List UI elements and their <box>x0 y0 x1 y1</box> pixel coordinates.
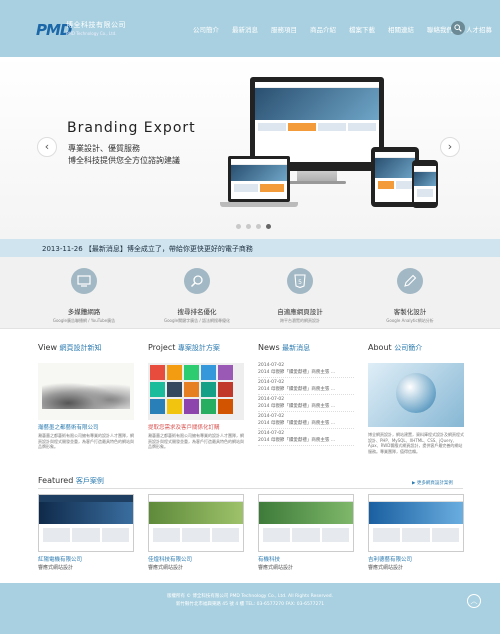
project-text: 瀚藝墨之都藝術有限公司擁有專業的設計人才團隊，網頁設計與程式開發並重，為客戶打造… <box>148 433 244 449</box>
view-heading: View 網頁設計新知 <box>38 343 102 352</box>
laptop-base <box>220 202 298 207</box>
project-caption[interactable]: 提取您需求及客戶關係化訂購 <box>148 423 244 431</box>
project-image[interactable] <box>148 363 244 420</box>
project-column: Project 專案設計方案 提取您需求及客戶關係化訂購 瀚藝墨之都藝術有限公司… <box>148 343 244 450</box>
news-ticker: 2013-11-26 【最新消息】博全成立了，帶給你更快更好的電子商務 <box>0 239 500 257</box>
news-column: News 最新消息 2014-07-02 2014 母親節「饋愛獻禮」商務主張 .… <box>258 343 354 448</box>
slider-dots <box>236 224 276 229</box>
nav-products[interactable]: 商品介紹 <box>310 26 336 34</box>
footer-contact: 新竹縣竹北市福興東路 45 號 4 樓 TEL: 03-6577270 FAX:… <box>175 602 325 607</box>
view-caption[interactable]: 瀚藝墨之都藝術有限公司 <box>38 423 134 431</box>
logo-text: 博全科技有限公司 PMD Technology Co., Ltd. <box>66 20 126 38</box>
view-text: 瀚藝墨之都藝術有限公司擁有專業的設計人才團隊，網頁設計與程式開發並重，為客戶打造… <box>38 433 134 449</box>
slider-dot-active[interactable] <box>266 224 271 229</box>
featured-heading: Featured 客戶案例 <box>38 476 104 485</box>
service-multimedia[interactable]: 多媒體網路 Google廣告聯播網 / YouTube廣告 <box>29 268 139 324</box>
search-button[interactable] <box>451 21 465 35</box>
phone-image <box>412 160 438 208</box>
case-name[interactable]: 佳煌科技有限公司 <box>148 555 244 563</box>
pencil-icon <box>397 268 423 294</box>
case-thumbnail[interactable] <box>368 494 464 552</box>
footer: 版權所有 © 博全科技有限公司 PMD Technology Co., Ltd.… <box>0 583 500 634</box>
service-desc: Google廣告聯播網 / YouTube廣告 <box>52 318 116 323</box>
view-column: View 網頁設計新知 瀚藝墨之都藝術有限公司 瀚藝墨之都藝術有限公司擁有專業的… <box>38 343 134 450</box>
case-type: 響應式網站設計 <box>368 565 404 571</box>
featured-divider <box>38 488 463 489</box>
hero-title: Branding Export <box>67 120 196 136</box>
about-column: About 公司簡介 博全網頁設計，網站建置，資料庫程式設計及網頁程式設計、PH… <box>368 343 464 454</box>
company-name-en: PMD Technology Co., Ltd. <box>66 31 117 36</box>
news-heading: News 最新消息 <box>258 343 311 352</box>
view-image[interactable] <box>38 363 134 420</box>
service-custom[interactable]: 客製化設計 Google Analytic網站分析 <box>355 268 465 324</box>
news-item[interactable]: 2014-07-02 2014 母親節「饋愛獻禮」商務主張 ... <box>258 380 354 395</box>
case-card[interactable]: 吉利德藝有限公司 響應式網站設計 <box>368 494 464 571</box>
nav-contact[interactable]: 聯絡我們 <box>427 26 453 34</box>
service-desc: 跨平台瀏覽的網頁設計 <box>280 318 320 323</box>
case-card[interactable]: 紅陽電機有限公司 響應式網站設計 <box>38 494 134 571</box>
about-text: 博全網頁設計，網站建置，資料庫程式設計及網頁程式設計、PHP、MySQL、XHT… <box>368 432 464 454</box>
imac-base <box>288 181 346 184</box>
nav-downloads[interactable]: 檔案下載 <box>349 26 375 34</box>
case-type: 響應式網站設計 <box>148 565 184 571</box>
slider-prev-button[interactable]: ‹ <box>37 137 57 157</box>
hero-slider: ‹ › Branding Export 專業設計、優質服務 博全科技提供您全方位… <box>0 57 500 239</box>
svg-text:5: 5 <box>298 279 302 286</box>
news-list: 2014-07-02 2014 母親節「饋愛獻禮」商務主張 ... 2014-07… <box>258 363 354 446</box>
company-name-cn: 博全科技有限公司 <box>66 21 126 29</box>
slider-dot[interactable] <box>256 224 261 229</box>
service-title: 多媒體網路 <box>67 308 101 316</box>
laptop-image <box>228 156 290 202</box>
footer-copyright: 版權所有 © 博全科技有限公司 PMD Technology Co., Ltd.… <box>166 594 334 599</box>
news-item[interactable]: 2014-07-02 2014 母親節「饋愛獻禮」商務主張 ... <box>258 397 354 412</box>
case-thumbnail[interactable] <box>38 494 134 552</box>
news-ticker-text[interactable]: 2013-11-26 【最新消息】博全成立了，帶給你更快更好的電子商務 <box>42 244 253 254</box>
header: PMD 博全科技有限公司 PMD Technology Co., Ltd. 公司… <box>0 0 500 57</box>
project-heading: Project 專案設計方案 <box>148 343 220 352</box>
service-seo[interactable]: 搜尋排名優化 Google關鍵字廣告 / 語法網搜尋優化 <box>142 268 252 324</box>
case-card[interactable]: 有機科技 響應式網站設計 <box>258 494 354 571</box>
nav-about[interactable]: 公司簡介 <box>193 26 219 34</box>
case-thumbnail[interactable] <box>258 494 354 552</box>
monitor-icon <box>71 268 97 294</box>
nav-jobs[interactable]: 人才招募 <box>466 26 492 34</box>
case-name[interactable]: 紅陽電機有限公司 <box>38 555 134 563</box>
hero-subtitle-1: 專業設計、優質服務 <box>68 144 140 153</box>
nav-links[interactable]: 相關連結 <box>388 26 414 34</box>
about-image[interactable] <box>368 363 464 427</box>
service-desc: Google關鍵字廣告 / 語法網搜尋優化 <box>164 318 230 323</box>
service-title: 自適應網頁設計 <box>277 308 323 316</box>
case-type: 響應式網站設計 <box>38 565 74 571</box>
service-rwd[interactable]: 5 自適應網頁設計 跨平台瀏覽的網頁設計 <box>245 268 355 324</box>
service-title: 客製化設計 <box>393 308 427 316</box>
case-type: 響應式網站設計 <box>258 565 294 571</box>
case-name[interactable]: 吉利德藝有限公司 <box>368 555 464 563</box>
nav-services[interactable]: 服務項目 <box>271 26 297 34</box>
hero-subtitle-2: 博全科技提供您全方位諮詢建議 <box>68 156 180 165</box>
nav-news[interactable]: 最新消息 <box>232 26 258 34</box>
service-title: 搜尋排名優化 <box>177 308 217 316</box>
case-thumbnail[interactable] <box>148 494 244 552</box>
slider-dot[interactable] <box>246 224 251 229</box>
slider-next-button[interactable]: › <box>440 137 460 157</box>
search-icon <box>454 24 462 32</box>
service-desc: Google Analytic網站分析 <box>386 318 434 323</box>
about-heading: About 公司簡介 <box>368 343 423 352</box>
back-to-top-button[interactable]: ︿ <box>467 594 481 608</box>
news-item[interactable]: 2014-07-02 2014 母親節「饋愛獻禮」商務主張 ... <box>258 363 354 378</box>
news-item[interactable]: 2014-07-02 2014 母親節「饋愛獻禮」商務主張 ... <box>258 414 354 429</box>
case-card[interactable]: 佳煌科技有限公司 響應式網站設計 <box>148 494 244 571</box>
services-section: 多媒體網路 Google廣告聯播網 / YouTube廣告 搜尋排名優化 Goo… <box>0 257 500 329</box>
search-icon <box>184 268 210 294</box>
more-cases-link[interactable]: ▶ 更多網頁設計案例 <box>412 480 453 486</box>
slider-dot[interactable] <box>236 224 241 229</box>
case-name[interactable]: 有機科技 <box>258 555 354 563</box>
news-item[interactable]: 2014-07-02 2014 母親節「饋愛獻禮」商務主張 ... <box>258 431 354 446</box>
html5-icon: 5 <box>287 268 313 294</box>
